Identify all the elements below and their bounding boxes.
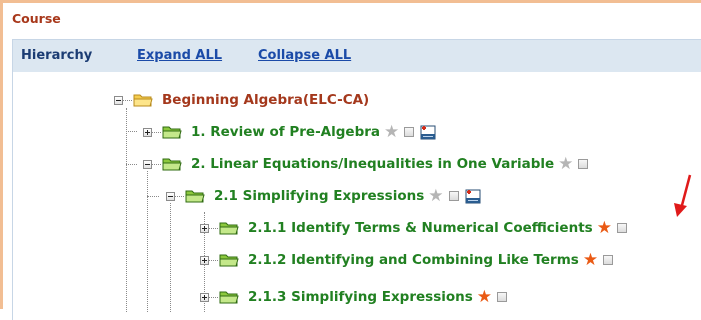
tree-node-label[interactable]: 2. Linear Equations/Inequalities in One … — [191, 156, 554, 172]
tree-connector — [147, 196, 159, 197]
tree-node-2-1-3[interactable]: 2.1.3 Simplifying Expressions ★ — [200, 286, 508, 308]
tree-node-label[interactable]: 2.1 Simplifying Expressions — [214, 188, 424, 204]
tree-node-label[interactable]: 2.1.2 Identifying and Combining Like Ter… — [248, 252, 579, 268]
star-icon[interactable]: ★ — [428, 187, 443, 205]
star-icon[interactable]: ★ — [477, 288, 492, 306]
collapse-toggle[interactable] — [114, 95, 123, 105]
tree-node-label[interactable]: Beginning Algebra(ELC-CA) — [162, 92, 369, 108]
tree-connector — [170, 203, 171, 312]
tree-connector — [126, 108, 127, 312]
folder-icon — [162, 126, 182, 139]
add-subtopic-icon[interactable] — [420, 124, 436, 140]
node-checkbox[interactable] — [497, 292, 508, 302]
folder-icon — [219, 291, 239, 304]
star-icon[interactable]: ★ — [384, 123, 399, 141]
folder-icon — [185, 190, 205, 203]
tree-connector — [147, 171, 148, 312]
tree-node-root[interactable]: Beginning Algebra(ELC-CA) — [114, 89, 369, 111]
tree-connector — [126, 131, 137, 132]
course-panel: Course Hierarchy Expand ALL Collapse ALL… — [0, 0, 701, 320]
folder-icon — [162, 158, 182, 171]
tree-node-label[interactable]: 2.1.3 Simplifying Expressions — [248, 289, 473, 305]
collapse-toggle[interactable] — [143, 159, 152, 169]
node-checkbox[interactable] — [578, 159, 589, 169]
collapse-toggle[interactable] — [166, 191, 175, 201]
tree-node-label[interactable]: 1. Review of Pre-Algebra — [191, 124, 380, 140]
expand-toggle[interactable] — [200, 223, 209, 233]
star-icon[interactable]: ★ — [597, 219, 612, 237]
expand-toggle[interactable] — [200, 255, 209, 265]
star-icon[interactable]: ★ — [558, 155, 573, 173]
expand-toggle[interactable] — [200, 292, 209, 302]
node-checkbox[interactable] — [616, 223, 627, 233]
folder-icon — [219, 254, 239, 267]
add-subtopic-icon[interactable] — [465, 188, 481, 204]
node-checkbox[interactable] — [448, 191, 459, 201]
tree-node-2-1-2[interactable]: 2.1.2 Identifying and Combining Like Ter… — [200, 249, 614, 271]
tree-node-label[interactable]: 2.1.1 Identify Terms & Numerical Coeffic… — [248, 220, 593, 236]
course-tree: Beginning Algebra(ELC-CA) 1. Review of P… — [3, 3, 701, 312]
tree-node-2-1[interactable]: 2.1 Simplifying Expressions ★ — [166, 185, 481, 207]
star-icon[interactable]: ★ — [583, 251, 598, 269]
tree-node-2[interactable]: 2. Linear Equations/Inequalities in One … — [143, 153, 589, 175]
tree-node-1[interactable]: 1. Review of Pre-Algebra ★ — [143, 121, 436, 143]
folder-icon — [219, 222, 239, 235]
tree-node-2-1-1[interactable]: 2.1.1 Identify Terms & Numerical Coeffic… — [200, 217, 627, 239]
tree-connector — [126, 164, 137, 165]
node-checkbox[interactable] — [404, 127, 415, 137]
folder-icon — [133, 94, 153, 107]
expand-toggle[interactable] — [143, 127, 152, 137]
node-checkbox[interactable] — [603, 255, 614, 265]
